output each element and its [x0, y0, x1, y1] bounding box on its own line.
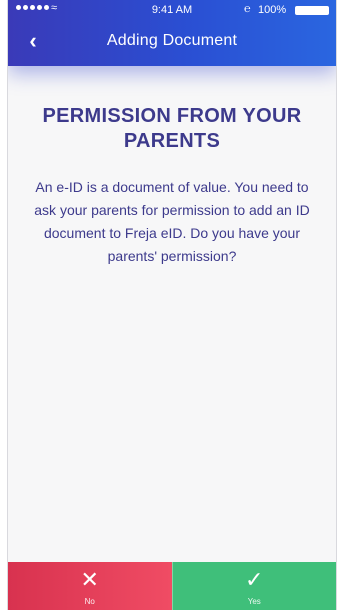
status-time: 9:41 AM: [151, 4, 193, 16]
app-screen: ≈ 9:41 AM ℮ 100% ‹ Adding Document PERMI…: [7, 0, 337, 610]
status-bar: ≈ 9:41 AM ℮ 100%: [8, 0, 336, 22]
no-button[interactable]: ✕ No: [8, 562, 172, 610]
decision-bar: ✕ No ✓ Yes: [8, 562, 336, 610]
permission-heading: PERMISSION FROM YOUR PARENTS: [42, 105, 302, 152]
check-icon: ✓: [245, 567, 264, 592]
page-title: Adding Document: [106, 32, 238, 49]
yes-button-label: Yes: [247, 597, 261, 606]
battery-percent: 100%: [258, 4, 287, 16]
permission-description: An e-ID is a document of value. You need…: [34, 179, 310, 264]
no-button-label: No: [84, 597, 95, 606]
yes-button[interactable]: ✓ Yes: [171, 562, 336, 610]
battery-icon: [295, 6, 329, 15]
close-icon: ✕: [80, 567, 99, 592]
app-header: ≈ 9:41 AM ℮ 100% ‹ Adding Document: [8, 0, 336, 66]
bluetooth-icon: ℮: [244, 3, 251, 15]
